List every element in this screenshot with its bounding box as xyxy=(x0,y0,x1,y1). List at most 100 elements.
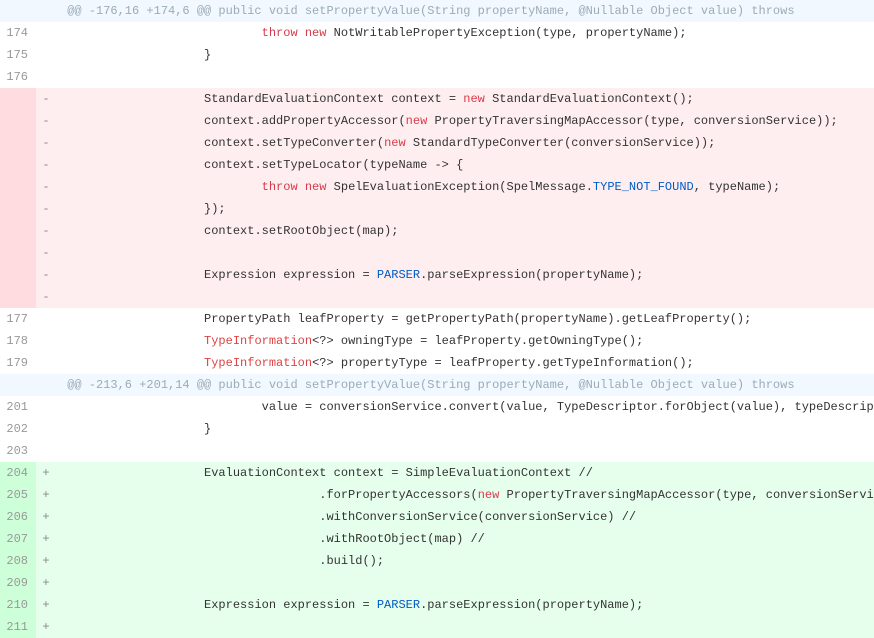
hunk-header: @@ -176,16 +174,6 @@ public void setProp… xyxy=(0,0,874,22)
diff-marker: + xyxy=(36,572,56,594)
diff-marker: + xyxy=(36,484,56,506)
hunk-header: @@ -213,6 +201,14 @@ public void setProp… xyxy=(0,374,874,396)
line-number xyxy=(0,374,36,396)
code-content: }); xyxy=(56,198,874,220)
hunk-header-text: @@ -176,16 +174,6 @@ public void setProp… xyxy=(56,0,874,22)
code-content: Expression expression = PARSER.parseExpr… xyxy=(56,264,874,286)
line-number xyxy=(0,110,36,132)
code-content: context.setRootObject(map); xyxy=(56,220,874,242)
line-number xyxy=(0,132,36,154)
code-content: } xyxy=(56,44,874,66)
diff-marker: + xyxy=(36,550,56,572)
diff-line: - StandardEvaluationContext context = ne… xyxy=(0,88,874,110)
diff-line: 208+ .build(); xyxy=(0,550,874,572)
code-content: .build(); xyxy=(56,550,874,572)
line-number: 178 xyxy=(0,330,36,352)
diff-line: 210+ Expression expression = PARSER.pars… xyxy=(0,594,874,616)
diff-line: - throw new SpelEvaluationException(Spel… xyxy=(0,176,874,198)
diff-line: - Expression expression = PARSER.parseEx… xyxy=(0,264,874,286)
code-content: PropertyPath leafProperty = getPropertyP… xyxy=(56,308,874,330)
diff-marker xyxy=(36,396,56,418)
code-content: EvaluationContext context = SimpleEvalua… xyxy=(56,462,874,484)
line-number: 211 xyxy=(0,616,36,638)
diff-marker: - xyxy=(36,154,56,176)
diff-line: - xyxy=(0,242,874,264)
diff-marker: + xyxy=(36,462,56,484)
line-number: 175 xyxy=(0,44,36,66)
diff-marker xyxy=(36,418,56,440)
code-content: TypeInformation<?> propertyType = leafPr… xyxy=(56,352,874,374)
code-content: .forPropertyAccessors(new PropertyTraver… xyxy=(56,484,874,506)
diff-line: 203 xyxy=(0,440,874,462)
diff-marker xyxy=(36,66,56,88)
diff-marker: - xyxy=(36,132,56,154)
diff-marker: + xyxy=(36,616,56,638)
code-content xyxy=(56,66,874,88)
diff-marker xyxy=(36,374,56,396)
line-number xyxy=(0,0,36,22)
diff-marker: - xyxy=(36,198,56,220)
diff-line: 204+ EvaluationContext context = SimpleE… xyxy=(0,462,874,484)
diff-line: 179 TypeInformation<?> propertyType = le… xyxy=(0,352,874,374)
line-number xyxy=(0,286,36,308)
diff-line: 205+ .forPropertyAccessors(new PropertyT… xyxy=(0,484,874,506)
line-number: 176 xyxy=(0,66,36,88)
code-content: } xyxy=(56,418,874,440)
line-number: 210 xyxy=(0,594,36,616)
diff-line: 206+ .withConversionService(conversionSe… xyxy=(0,506,874,528)
diff-line: 177 PropertyPath leafProperty = getPrope… xyxy=(0,308,874,330)
diff-marker xyxy=(36,0,56,22)
line-number: 174 xyxy=(0,22,36,44)
line-number xyxy=(0,88,36,110)
diff-marker xyxy=(36,44,56,66)
diff-marker: - xyxy=(36,176,56,198)
diff-line: - context.addPropertyAccessor(new Proper… xyxy=(0,110,874,132)
code-content: throw new NotWritablePropertyException(t… xyxy=(56,22,874,44)
code-content xyxy=(56,616,874,638)
diff-marker xyxy=(36,440,56,462)
code-content: StandardEvaluationContext context = new … xyxy=(56,88,874,110)
line-number xyxy=(0,154,36,176)
line-number xyxy=(0,220,36,242)
line-number: 207 xyxy=(0,528,36,550)
diff-marker: - xyxy=(36,220,56,242)
hunk-header-text: @@ -213,6 +201,14 @@ public void setProp… xyxy=(56,374,874,396)
line-number: 205 xyxy=(0,484,36,506)
line-number xyxy=(0,242,36,264)
line-number: 206 xyxy=(0,506,36,528)
code-content xyxy=(56,572,874,594)
diff-line: 175 } xyxy=(0,44,874,66)
diff-marker xyxy=(36,308,56,330)
code-content: throw new SpelEvaluationException(SpelMe… xyxy=(56,176,874,198)
diff-view: @@ -176,16 +174,6 @@ public void setProp… xyxy=(0,0,874,638)
line-number: 201 xyxy=(0,396,36,418)
code-content: context.setTypeConverter(new StandardTyp… xyxy=(56,132,874,154)
diff-line: - context.setRootObject(map); xyxy=(0,220,874,242)
diff-line: - context.setTypeConverter(new StandardT… xyxy=(0,132,874,154)
code-content: .withConversionService(conversionService… xyxy=(56,506,874,528)
code-content xyxy=(56,242,874,264)
diff-marker: + xyxy=(36,506,56,528)
line-number: 202 xyxy=(0,418,36,440)
diff-line: 209+ xyxy=(0,572,874,594)
code-content: .withRootObject(map) // xyxy=(56,528,874,550)
line-number xyxy=(0,198,36,220)
diff-line: 176 xyxy=(0,66,874,88)
diff-line: 201 value = conversionService.convert(va… xyxy=(0,396,874,418)
diff-marker: + xyxy=(36,594,56,616)
diff-marker xyxy=(36,330,56,352)
diff-marker: - xyxy=(36,110,56,132)
diff-marker: - xyxy=(36,286,56,308)
code-content: Expression expression = PARSER.parseExpr… xyxy=(56,594,874,616)
diff-marker: - xyxy=(36,264,56,286)
line-number: 204 xyxy=(0,462,36,484)
diff-line: - xyxy=(0,286,874,308)
diff-marker: - xyxy=(36,88,56,110)
line-number xyxy=(0,176,36,198)
diff-marker: - xyxy=(36,242,56,264)
diff-line: 178 TypeInformation<?> owningType = leaf… xyxy=(0,330,874,352)
line-number: 203 xyxy=(0,440,36,462)
diff-line: 207+ .withRootObject(map) // xyxy=(0,528,874,550)
line-number: 208 xyxy=(0,550,36,572)
code-content: TypeInformation<?> owningType = leafProp… xyxy=(56,330,874,352)
